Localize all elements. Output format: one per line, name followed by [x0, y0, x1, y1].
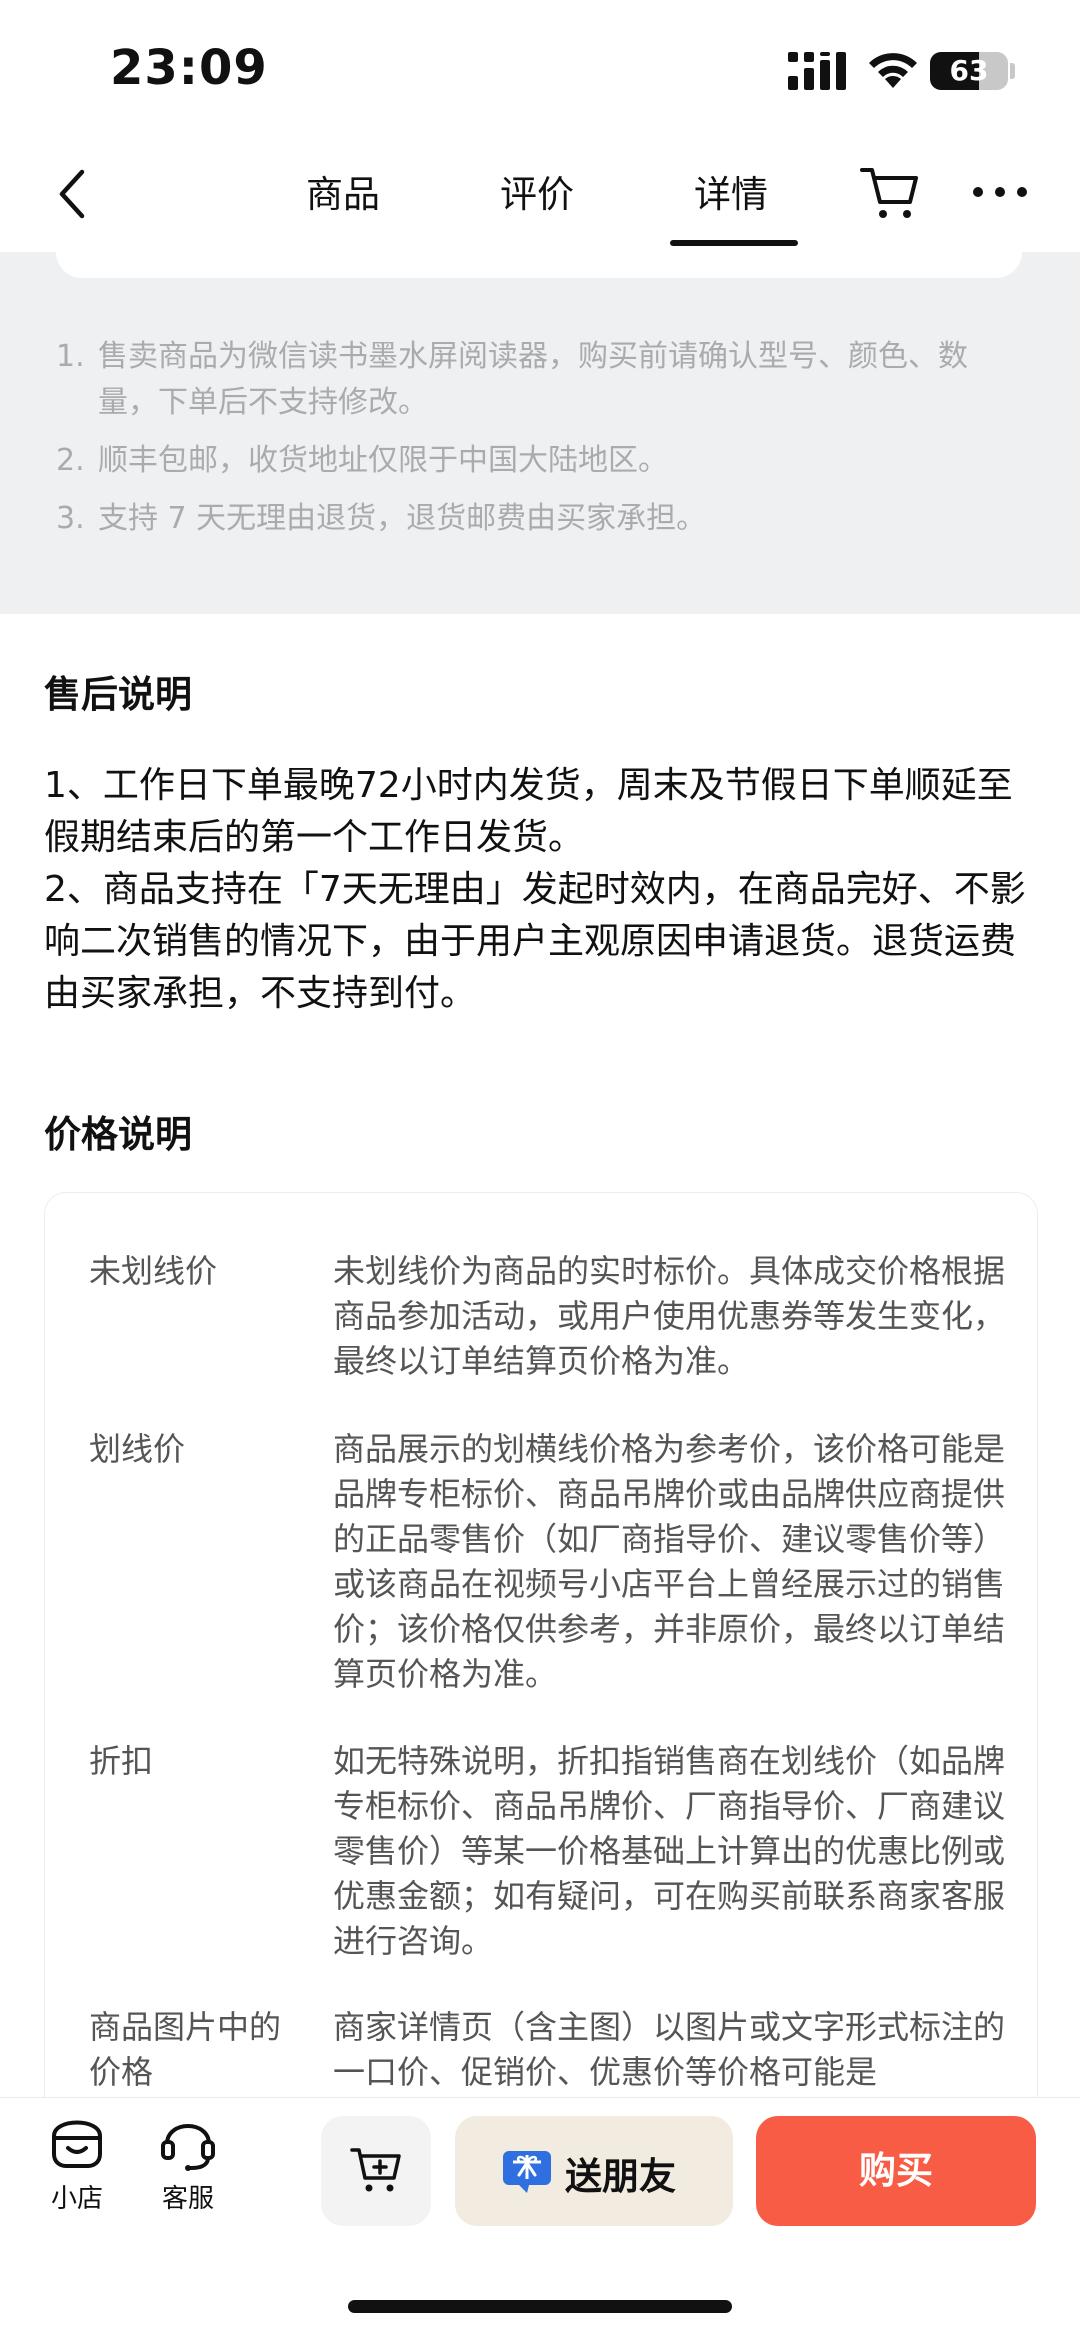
wifi-icon: [869, 53, 917, 88]
price-desc: 未划线价为商品的实时标价。具体成交价格根据商品参加活动，或用户使用优惠券等发生变…: [333, 1252, 1006, 1380]
battery-level: 63: [949, 54, 989, 87]
headset-icon: [161, 2124, 215, 2171]
price-desc: 商品展示的划横线价格为参考价，该价格可能是品牌专柜标价、商品吊牌价或由品牌供应商…: [333, 1430, 1006, 1693]
list-number: 3.: [56, 501, 85, 536]
send-to-friend-label: 送朋友: [565, 2155, 676, 2198]
battery-cap: [1010, 63, 1015, 79]
after-sales-paragraph: 1、工作日下单最晚72小时内发货，周末及节假日下单顺延至假期结束后的第一个工作日…: [44, 765, 1013, 858]
battery-icon: 63: [930, 52, 1008, 90]
customer-service-button[interactable]: 客服: [143, 2110, 233, 2220]
shop-label: 小店: [50, 2184, 103, 2214]
notice-list: 1. 售卖商品为微信读书墨水屏阅读器，购买前请确认型号、颜色、数量，下单后不支持…: [56, 334, 1016, 554]
add-to-cart-button[interactable]: [321, 2116, 431, 2226]
price-term: 划线价: [89, 1430, 186, 1468]
active-tab-indicator: [670, 240, 798, 246]
purchase-notice: 1. 售卖商品为微信读书墨水屏阅读器，购买前请确认型号、颜色、数量，下单后不支持…: [0, 252, 1080, 614]
after-sales-body: 1、工作日下单最晚72小时内发货，周末及节假日下单顺延至假期结束后的第一个工作日…: [44, 760, 1044, 1020]
buy-button[interactable]: 购买: [756, 2116, 1036, 2226]
price-info-table: 未划线价 未划线价为商品的实时标价。具体成交价格根据商品参加活动，或用户使用优惠…: [44, 1192, 1038, 2154]
notice-text: 顺丰包邮，收货地址仅限于中国大陆地区。: [98, 443, 668, 478]
list-item: 3. 支持 7 天无理由退货，退货邮费由买家承担。: [56, 496, 1016, 542]
tab-details[interactable]: 详情: [694, 164, 768, 218]
status-bar: 23:09 63: [0, 0, 1080, 140]
home-indicator: [348, 2300, 732, 2313]
cart-icon[interactable]: [858, 162, 922, 222]
notice-text: 支持 7 天无理由退货，退货邮费由买家承担。: [98, 501, 707, 536]
more-icon[interactable]: [970, 180, 1030, 204]
price-term: 折扣: [89, 1742, 154, 1780]
price-info-title: 价格说明: [44, 1113, 192, 1156]
signal-icon: [788, 52, 846, 90]
status-time: 23:09: [110, 40, 268, 96]
shop-button[interactable]: 小店: [32, 2110, 122, 2220]
notice-text: 售卖商品为微信读书墨水屏阅读器，购买前请确认型号、颜色、数量，下单后不支持修改。: [98, 339, 968, 420]
after-sales-paragraph: 2、商品支持在「7天无理由」发起时效内，在商品完好、不影响二次销售的情况下，由于…: [44, 869, 1026, 1014]
price-term: 商品图片中的价格: [89, 2008, 282, 2091]
card-edge: [56, 252, 1022, 278]
after-sales-title: 售后说明: [44, 673, 192, 716]
add-cart-icon: [350, 2148, 401, 2192]
nav-bar: 商品 评价 详情: [0, 140, 1080, 252]
back-icon[interactable]: [52, 164, 92, 224]
tab-goods[interactable]: 商品: [306, 164, 380, 218]
shop-icon: [52, 2120, 102, 2168]
list-number: 2.: [56, 443, 85, 478]
send-to-friend-button[interactable]: 送朋友: [455, 2116, 733, 2226]
list-number: 1.: [56, 339, 85, 374]
price-term: 未划线价: [89, 1252, 218, 1290]
gift-icon: [503, 2151, 551, 2193]
list-item: 2. 顺丰包邮，收货地址仅限于中国大陆地区。: [56, 438, 1016, 484]
customer-service-label: 客服: [161, 2184, 214, 2214]
list-item: 1. 售卖商品为微信读书墨水屏阅读器，购买前请确认型号、颜色、数量，下单后不支持…: [56, 334, 1016, 426]
price-desc: 如无特殊说明，折扣指销售商在划线价（如品牌专柜标价、商品吊牌价、厂商指导价、厂商…: [333, 1742, 1006, 1960]
price-desc: 商家详情页（含主图）以图片或文字形式标注的一口价、促销价、优惠价等价格可能是: [333, 2008, 1006, 2091]
tab-reviews[interactable]: 评价: [500, 164, 574, 218]
